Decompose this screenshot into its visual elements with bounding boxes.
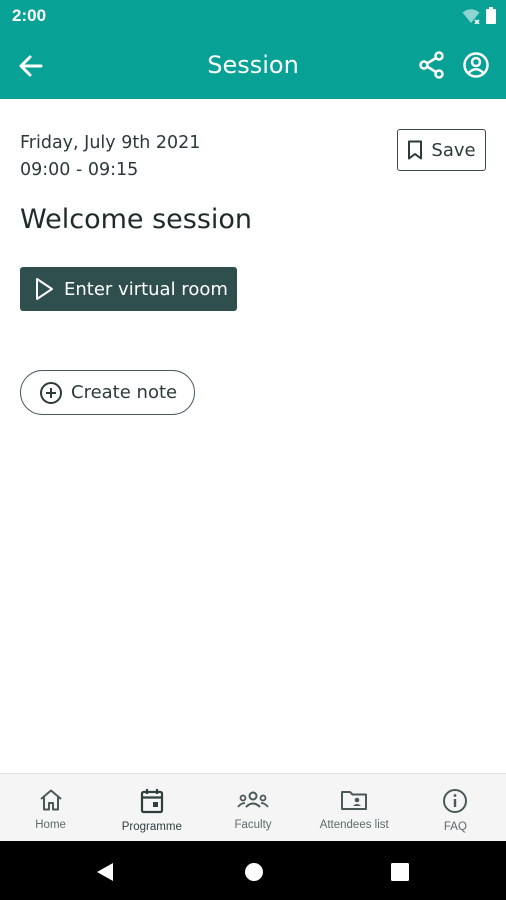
status-icons (462, 7, 496, 24)
nav-label-attendees-list: Attendees list (319, 819, 389, 831)
system-home-icon[interactable] (244, 862, 264, 882)
enter-virtual-room-button[interactable]: Enter virtual room (20, 267, 237, 311)
nav-item-programme[interactable]: Programme (101, 774, 202, 842)
nav-item-faq[interactable]: FAQ (405, 774, 506, 842)
nav-item-home[interactable]: Home (0, 774, 101, 842)
save-button[interactable]: Save (397, 129, 486, 171)
add-circle-icon (40, 381, 62, 404)
calendar-icon (140, 789, 163, 814)
system-recents-icon[interactable] (390, 862, 410, 882)
system-navigation-bar (0, 841, 506, 900)
nav-label-programme: Programme (121, 821, 182, 833)
home-icon (39, 789, 62, 811)
wifi-icon (462, 8, 480, 24)
battery-icon (486, 7, 496, 24)
play-icon (36, 278, 53, 300)
app-bar: Session (0, 32, 506, 99)
save-button-label: Save (431, 139, 476, 161)
create-note-button[interactable]: Create note (20, 370, 195, 415)
nav-label-faculty: Faculty (234, 819, 272, 831)
nav-label-home: Home (35, 819, 66, 831)
group-icon (237, 791, 269, 808)
system-back-icon[interactable] (95, 862, 115, 882)
bookmark-icon (408, 140, 423, 160)
info-icon (443, 789, 468, 813)
share-icon[interactable] (418, 51, 446, 79)
create-note-label: Create note (71, 382, 178, 403)
nav-item-attendees-list[interactable]: Attendees list (304, 774, 405, 842)
nav-item-faculty[interactable]: Faculty (202, 774, 303, 842)
enter-virtual-room-label: Enter virtual room (64, 278, 228, 300)
nav-label-faq: FAQ (443, 821, 467, 833)
account-icon[interactable] (462, 51, 490, 79)
bottom-navigation: Home Programme Faculty Attendees list FA… (0, 773, 506, 842)
status-bar: 2:00 (0, 0, 506, 32)
session-title: Welcome session (20, 204, 253, 235)
contacts-folder-icon (341, 791, 368, 810)
status-time: 2:00 (12, 6, 47, 25)
session-details: Friday, July 9th 2021 09:00 - 09:15 Save… (20, 129, 486, 415)
